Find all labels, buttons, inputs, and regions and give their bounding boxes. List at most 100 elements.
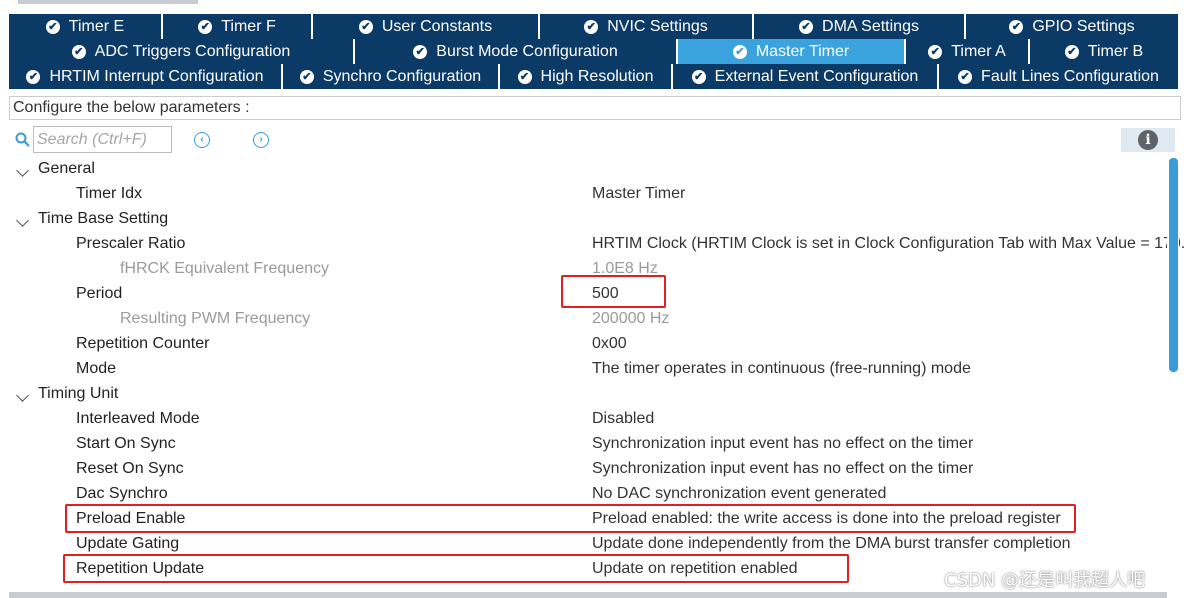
tab-nvic-settings[interactable]: ✔ NVIC Settings [540,14,754,39]
tab-label: DMA Settings [822,17,919,35]
tab-synchro-config[interactable]: ✔ Synchro Configuration [283,64,500,89]
check-icon: ✔ [26,69,41,84]
tab-timer-a[interactable]: ✔ Timer A [906,39,1030,64]
tab-timer-b[interactable]: ✔ Timer B [1030,39,1178,64]
param-value[interactable]: No DAC synchronization event generated [592,485,886,503]
tab-label: Timer E [68,17,125,35]
tab-user-constants[interactable]: ✔ User Constants [313,14,540,39]
param-label: Prescaler Ratio [76,235,186,252]
param-row-mode[interactable]: Mode The timer operates in continuous (f… [9,358,1167,383]
toolbar: ‹ › i [9,124,1181,156]
tab-master-timer[interactable]: ✔ Master Timer [678,39,906,64]
param-row-reset-on-sync[interactable]: Reset On Sync Synchronization input even… [9,458,1167,483]
check-icon: ✔ [299,69,314,84]
chevron-down-icon[interactable] [16,214,29,227]
param-value: 200000 Hz [592,310,670,327]
group-title: General [38,160,95,177]
tab-dma-settings[interactable]: ✔ DMA Settings [754,14,966,39]
check-icon: ✔ [413,44,428,59]
group-title: Timing Unit [38,385,119,402]
param-label: Interleaved Mode [76,410,200,427]
group-time-base[interactable]: Time Base Setting [9,208,1167,233]
tab-fault-lines[interactable]: ✔ Fault Lines Configuration [939,64,1178,89]
param-label: Timer Idx [76,185,143,202]
param-label: Update Gating [76,535,180,552]
tab-label: GPIO Settings [1032,17,1135,35]
tab-timer-e[interactable]: ✔ Timer E [9,14,163,39]
tab-adc-triggers[interactable]: ✔ ADC Triggers Configuration [9,39,355,64]
info-button[interactable]: i [1121,128,1175,152]
check-icon: ✔ [1009,19,1024,34]
check-icon: ✔ [691,69,706,84]
check-icon: ✔ [517,69,532,84]
check-icon: ✔ [799,19,814,34]
param-value[interactable]: The timer operates in continuous (free-r… [592,360,971,378]
check-icon: ✔ [958,69,973,84]
param-label: Dac Synchro [76,485,168,502]
param-label: Repetition Counter [76,335,210,352]
tab-high-resolution[interactable]: ✔ High Resolution [500,64,673,89]
search-input[interactable] [33,126,172,153]
info-icon: i [1138,130,1158,150]
param-label: Period [76,285,123,302]
watermark: CSDN @还是叫我超人吧 [944,570,1146,591]
check-icon: ✔ [198,19,213,34]
param-row-interleaved[interactable]: Interleaved Mode Disabled [9,408,1167,433]
param-row-pwm-freq: Resulting PWM Frequency 200000 Hz [9,308,1167,333]
param-value[interactable]: Synchronization input event has no effec… [592,435,973,453]
param-value[interactable]: Update done independently from the DMA b… [592,535,1071,553]
tab-label: ADC Triggers Configuration [94,42,291,60]
search-icon[interactable] [15,132,30,147]
tab-label: Timer A [951,42,1006,60]
param-row-prescaler[interactable]: Prescaler Ratio HRTIM Clock (HRTIM Clock… [9,233,1185,258]
group-general[interactable]: General [9,158,1167,183]
tab-label: User Constants [381,17,493,35]
check-icon: ✔ [732,44,747,59]
tab-row-3: ✔ HRTIM Interrupt Configuration ✔ Synchro … [9,64,1178,89]
tab-label: HRTIM Interrupt Configuration [49,67,264,85]
tab-label: External Event Configuration [714,67,919,85]
tab-label: NVIC Settings [607,17,708,35]
tab-hrtim-interrupt[interactable]: ✔ HRTIM Interrupt Configuration [9,64,283,89]
param-label: Mode [76,360,117,377]
chevron-down-icon[interactable] [16,389,29,402]
tab-label: High Resolution [540,67,654,85]
check-icon: ✔ [928,44,943,59]
tab-gpio-settings[interactable]: ✔ GPIO Settings [966,14,1178,39]
check-icon: ✔ [584,19,599,34]
tab-burst-mode[interactable]: ✔ Burst Mode Configuration [355,39,678,64]
tab-label: Burst Mode Configuration [436,42,618,60]
param-row-timer-idx[interactable]: Timer Idx Master Timer [9,183,1167,208]
tab-timer-f[interactable]: ✔ Timer F [163,14,313,39]
check-icon: ✔ [71,44,86,59]
highlight-box-repetition-update [63,554,849,583]
param-row-repetition-counter[interactable]: Repetition Counter 0x00 [9,333,1167,358]
tab-label: Timer B [1087,42,1144,60]
param-value[interactable]: Synchronization input event has no effec… [592,460,973,478]
param-value[interactable]: 0x00 [592,335,627,353]
param-label: Resulting PWM Frequency [120,310,311,327]
check-icon: ✔ [358,19,373,34]
check-icon: ✔ [1064,44,1079,59]
group-timing-unit[interactable]: Timing Unit [9,383,1167,408]
tab-row-2: ✔ ADC Triggers Configuration ✔ Burst Mode … [9,39,1178,64]
tab-label: Synchro Configuration [322,67,482,85]
tab-external-event[interactable]: ✔ External Event Configuration [673,64,939,89]
chevron-right-icon[interactable]: › [253,132,269,148]
horizontal-scrollbar[interactable] [9,592,1167,598]
param-row-start-on-sync[interactable]: Start On Sync Synchronization input even… [9,433,1167,458]
param-value[interactable]: Master Timer [592,185,685,203]
highlight-box-preload [65,504,1076,533]
param-label: Start On Sync [76,435,176,452]
chevron-down-icon[interactable] [16,164,29,177]
chevron-left-icon[interactable]: ‹ [194,132,210,148]
vertical-scrollbar-thumb[interactable] [1169,158,1178,372]
param-label: Reset On Sync [76,460,184,477]
check-icon: ✔ [45,19,60,34]
param-value[interactable]: Disabled [592,410,654,428]
param-value[interactable]: HRTIM Clock (HRTIM Clock is set in Clock… [592,235,1185,253]
tab-stub [18,0,198,4]
param-label: fHRCK Equivalent Frequency [120,260,329,277]
tab-label: Timer F [221,17,276,35]
tab-label: Master Timer [755,42,850,60]
